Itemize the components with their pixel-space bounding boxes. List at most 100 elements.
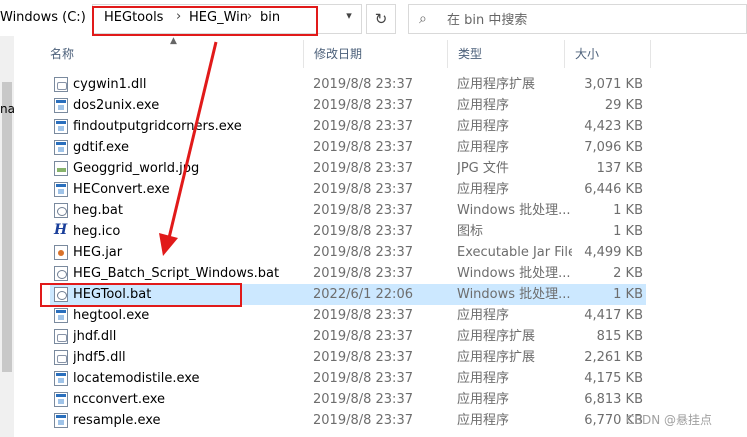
file-size: 2 KB — [613, 266, 643, 281]
file-size: 4,499 KB — [584, 245, 643, 260]
file-row[interactable]: cygwin1.dll 2019/8/8 23:37 应用程序扩展 3,071 KB — [50, 74, 646, 95]
chevron-down-icon[interactable]: ▾ — [342, 9, 356, 23]
file-date: 2019/8/8 23:37 — [313, 224, 413, 239]
file-date: 2019/8/8 23:37 — [313, 182, 413, 197]
exe-file-icon — [54, 140, 68, 155]
file-name: HEG.jar — [73, 245, 123, 260]
file-name: hegtool.exe — [73, 308, 150, 323]
file-name: cygwin1.dll — [73, 77, 147, 92]
file-name: jhdf.dll — [73, 329, 117, 344]
dll-file-icon — [54, 329, 68, 344]
file-size: 6,446 KB — [584, 182, 643, 197]
file-name: HEConvert.exe — [73, 182, 170, 197]
file-row[interactable]: locatemodistile.exe 2019/8/8 23:37 应用程序 4,1… — [50, 368, 646, 389]
search-input[interactable] — [447, 11, 737, 29]
dll-file-icon — [54, 350, 68, 365]
file-row[interactable]: HEConvert.exe 2019/8/8 23:37 应用程序 6,446 KB — [50, 179, 646, 200]
file-name: jhdf5.dll — [73, 350, 126, 365]
file-date: 2019/8/8 23:37 — [313, 413, 413, 428]
file-row[interactable]: ncconvert.exe 2019/8/8 23:37 应用程序 6,813 KB — [50, 389, 646, 410]
search-box[interactable]: ⌕ — [408, 4, 747, 34]
file-name: gdtif.exe — [73, 140, 130, 155]
exe-file-icon — [54, 371, 68, 386]
bat-file-icon — [54, 203, 68, 218]
file-size: 2,261 KB — [584, 350, 643, 365]
ico-file-icon: H — [54, 222, 68, 239]
file-size: 1 KB — [613, 224, 643, 239]
file-row[interactable]: HEG.jar 2019/8/8 23:37 Executable Jar File… — [50, 242, 646, 263]
file-size: 4,423 KB — [584, 119, 643, 134]
file-name: locatemodistile.exe — [73, 371, 200, 386]
column-header-name[interactable]: 名称 — [40, 40, 304, 68]
refresh-icon: ↻ — [374, 10, 388, 28]
navigation-item-label[interactable]: na — [0, 102, 15, 116]
file-size: 6,813 KB — [584, 392, 643, 407]
file-row[interactable]: hegtool.exe 2019/8/8 23:37 应用程序 4,417 KB — [50, 305, 646, 326]
watermark: CSDN @悬挂点 — [626, 413, 713, 427]
exe-file-icon — [54, 182, 68, 197]
file-name: dos2unix.exe — [73, 98, 160, 113]
jpg-file-icon — [54, 161, 68, 176]
file-row[interactable]: dos2unix.exe 2019/8/8 23:37 应用程序 29 KB — [50, 95, 646, 116]
file-date: 2022/6/1 22:06 — [313, 287, 413, 302]
annotation-box-address — [92, 6, 318, 36]
file-row[interactable]: jhdf5.dll 2019/8/8 23:37 应用程序扩展 2,261 KB — [50, 347, 646, 368]
file-name: Geoggrid_world.jpg — [73, 161, 200, 176]
annotation-box-selected-file — [40, 283, 242, 307]
file-name: heg.bat — [73, 203, 123, 218]
file-row[interactable]: Geoggrid_world.jpg 2019/8/8 23:37 JPG 文件 13… — [50, 158, 646, 179]
column-header-date[interactable]: 修改日期 — [304, 40, 448, 68]
file-size: 1 KB — [613, 203, 643, 218]
exe-file-icon — [54, 119, 68, 134]
file-row[interactable]: heg.bat 2019/8/8 23:37 Windows 批处理... 1 KB — [50, 200, 646, 221]
search-icon: ⌕ — [419, 11, 427, 27]
column-header-size[interactable]: 大小 — [565, 40, 651, 68]
file-size: 7,096 KB — [584, 140, 643, 155]
bat-file-icon — [54, 266, 68, 281]
file-date: 2019/8/8 23:37 — [313, 77, 413, 92]
file-row[interactable]: findoutputgridcorners.exe 2019/8/8 23:37 应… — [50, 116, 646, 137]
file-size: 29 KB — [604, 98, 643, 113]
refresh-button[interactable]: ↻ — [366, 4, 396, 34]
file-date: 2019/8/8 23:37 — [313, 392, 413, 407]
dll-file-icon — [54, 77, 68, 92]
jar-file-icon — [54, 245, 68, 260]
file-row[interactable]: jhdf.dll 2019/8/8 23:37 应用程序扩展 815 KB — [50, 326, 646, 347]
file-date: 2019/8/8 23:37 — [313, 119, 413, 134]
file-date: 2019/8/8 23:37 — [313, 98, 413, 113]
file-row[interactable]: Hheg.ico 2019/8/8 23:37 图标 1 KB — [50, 221, 646, 242]
file-date: 2019/8/8 23:37 — [313, 245, 413, 260]
file-row[interactable]: HEG_Batch_Script_Windows.bat 2019/8/8 23:… — [50, 263, 646, 284]
file-date: 2019/8/8 23:37 — [313, 161, 413, 176]
exe-file-icon — [54, 392, 68, 407]
file-name: heg.ico — [73, 224, 121, 239]
file-date: 2019/8/8 23:37 — [313, 266, 413, 281]
file-date: 2019/8/8 23:37 — [313, 140, 413, 155]
breadcrumb-drive[interactable]: Windows (C:) — [0, 10, 86, 25]
file-size: 3,071 KB — [584, 77, 643, 92]
file-list: ▲ 名称 修改日期 类型 大小 cygwin1.dll 2019/8/8 23:3… — [40, 36, 747, 437]
column-header-type[interactable]: 类型 — [448, 40, 565, 68]
exe-file-icon — [54, 308, 68, 323]
file-row[interactable]: resample.exe 2019/8/8 23:37 应用程序 6,770 KB — [50, 410, 646, 431]
file-date: 2019/8/8 23:37 — [313, 350, 413, 365]
file-name: HEG_Batch_Script_Windows.bat — [73, 266, 280, 281]
file-size: 815 KB — [596, 329, 643, 344]
file-row[interactable]: gdtif.exe 2019/8/8 23:37 应用程序 7,096 KB — [50, 137, 646, 158]
navigation-scrollbar[interactable] — [0, 36, 14, 437]
file-date: 2019/8/8 23:37 — [313, 329, 413, 344]
file-date: 2019/8/8 23:37 — [313, 203, 413, 218]
file-name: findoutputgridcorners.exe — [73, 119, 242, 134]
column-header-row: ▲ 名称 修改日期 类型 大小 — [40, 36, 747, 68]
exe-file-icon — [54, 413, 68, 428]
navigation-scrollbar-thumb[interactable] — [2, 82, 12, 372]
file-name: resample.exe — [73, 413, 161, 428]
file-size: 137 KB — [596, 161, 643, 176]
file-date: 2019/8/8 23:37 — [313, 308, 413, 323]
file-name: ncconvert.exe — [73, 392, 166, 407]
file-size: 4,417 KB — [584, 308, 643, 323]
file-size: 4,175 KB — [584, 371, 643, 386]
file-date: 2019/8/8 23:37 — [313, 371, 413, 386]
file-size: 1 KB — [613, 287, 643, 302]
exe-file-icon — [54, 98, 68, 113]
